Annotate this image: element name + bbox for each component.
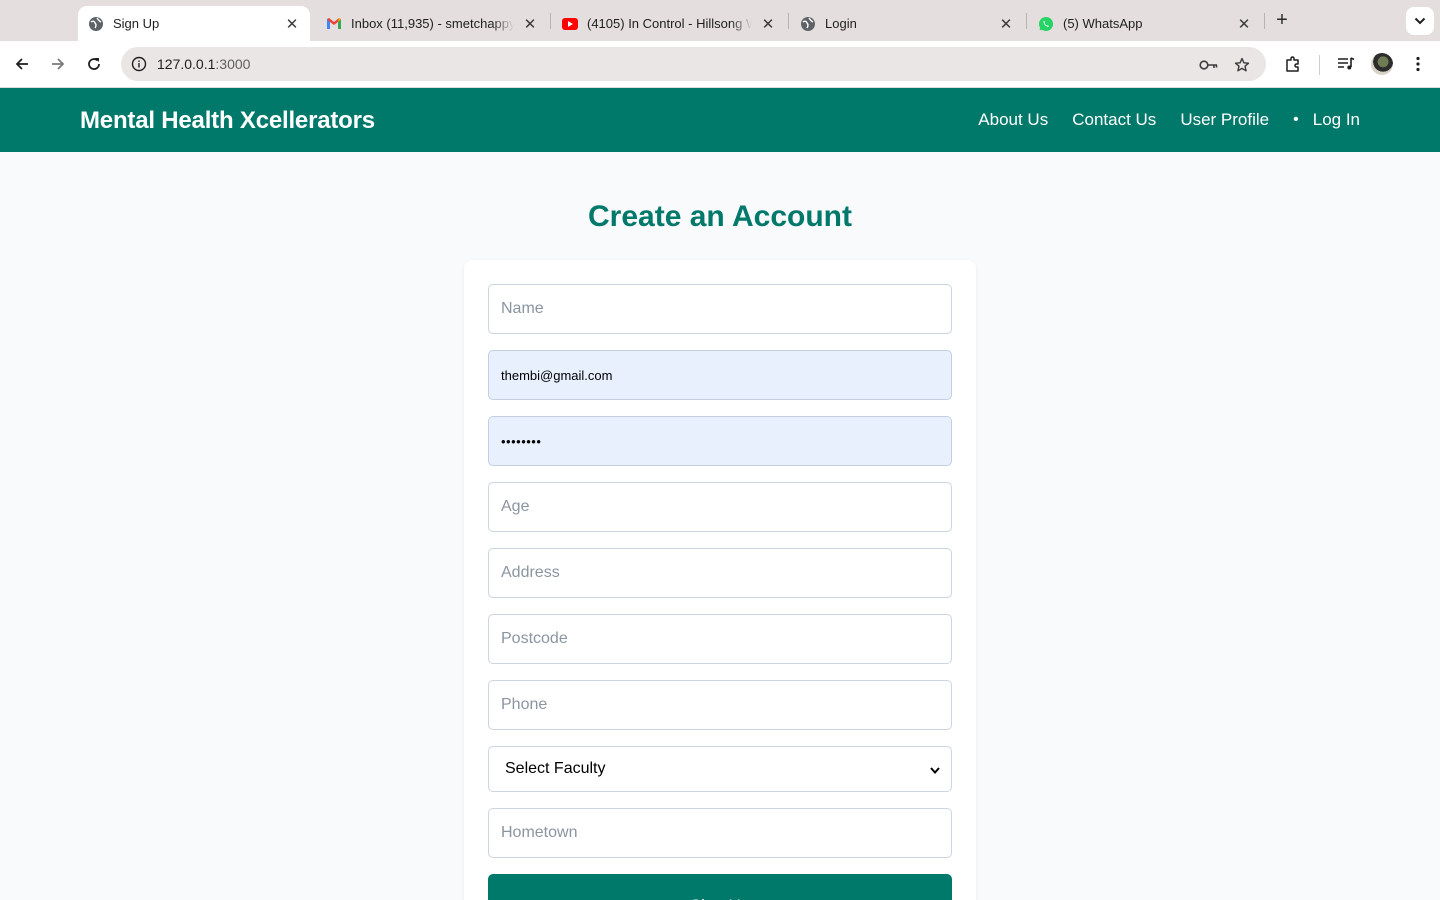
close-tab-icon[interactable]: ✕ [522, 16, 538, 33]
more-menu-icon[interactable] [1406, 52, 1430, 76]
nav-log-in[interactable]: Log In [1313, 110, 1360, 130]
close-tab-icon[interactable]: ✕ [284, 16, 300, 33]
tab-sign-up[interactable]: Sign Up ✕ [78, 6, 310, 41]
tab-separator [1264, 13, 1265, 29]
phone-input[interactable] [488, 680, 952, 730]
profile-avatar[interactable] [1371, 53, 1393, 75]
back-icon[interactable] [10, 52, 34, 76]
browser-tab-strip: Sign Up ✕ Inbox (11,935) - smetchappy@gm… [0, 0, 1440, 41]
nav-bullet: • [1293, 111, 1299, 128]
extensions-puzzle-icon[interactable] [1281, 52, 1305, 76]
gmail-icon [326, 16, 342, 32]
chevron-down-icon [1414, 17, 1426, 25]
tab-separator [1026, 13, 1027, 29]
nav-about-us[interactable]: About Us [978, 110, 1048, 130]
tab-title: Sign Up [113, 16, 276, 31]
site-header: Mental Health Xcellerators About Us Cont… [0, 88, 1440, 152]
close-tab-icon[interactable]: ✕ [1236, 16, 1252, 33]
tab-separator [550, 13, 551, 29]
tab-gmail[interactable]: Inbox (11,935) - smetchappy@gmail.com ✕ [316, 6, 548, 41]
name-input[interactable] [488, 284, 952, 334]
address-input[interactable] [488, 548, 952, 598]
toolbar-divider [1319, 55, 1320, 75]
browser-toolbar: 127.0.0.1:3000 [0, 41, 1440, 88]
tab-whatsapp[interactable]: (5) WhatsApp ✕ [1028, 6, 1262, 41]
address-bar[interactable]: 127.0.0.1:3000 [121, 47, 1266, 81]
close-tab-icon[interactable]: ✕ [760, 16, 776, 33]
tab-search-button[interactable] [1406, 7, 1434, 35]
chevron-down-icon [929, 762, 941, 778]
tab-separator [788, 13, 789, 29]
tab-title: Login [825, 16, 990, 31]
nav-user-profile[interactable]: User Profile [1180, 110, 1269, 130]
tab-youtube[interactable]: (4105) In Control - Hillsong Worship ✕ [552, 6, 786, 41]
whatsapp-icon [1038, 16, 1054, 32]
forward-icon[interactable] [46, 52, 70, 76]
media-control-icon[interactable] [1334, 52, 1358, 76]
bookmark-star-icon[interactable] [1232, 55, 1252, 75]
tab-login[interactable]: Login ✕ [790, 6, 1024, 41]
nav-contact-us[interactable]: Contact Us [1072, 110, 1156, 130]
faculty-select-value: Select Faculty [505, 760, 606, 777]
postcode-input[interactable] [488, 614, 952, 664]
globe-icon [800, 16, 816, 32]
site-info-icon[interactable] [129, 54, 149, 74]
faculty-select[interactable]: Select Faculty [488, 746, 952, 792]
globe-icon [88, 16, 104, 32]
new-tab-icon[interactable]: + [1270, 8, 1294, 32]
url-text: 127.0.0.1:3000 [157, 56, 250, 72]
tab-title: (4105) In Control - Hillsong Worship [587, 16, 752, 31]
email-input[interactable] [488, 350, 952, 400]
page-title: Create an Account [588, 200, 852, 233]
youtube-icon [562, 16, 578, 32]
age-input[interactable] [488, 482, 952, 532]
hometown-input[interactable] [488, 808, 952, 858]
main-nav: About Us Contact Us User Profile • Log I… [954, 110, 1360, 130]
url-host: 127.0.0.1 [157, 56, 216, 72]
site-brand[interactable]: Mental Health Xcellerators [80, 107, 375, 135]
reload-icon[interactable] [82, 52, 106, 76]
tab-title: Inbox (11,935) - smetchappy@gmail.com [351, 16, 514, 31]
password-input[interactable] [488, 416, 952, 466]
password-key-icon[interactable] [1199, 55, 1219, 75]
sign-up-button[interactable]: Sign Up [488, 874, 952, 900]
tab-title: (5) WhatsApp [1063, 16, 1228, 31]
url-port: :3000 [215, 56, 251, 72]
close-tab-icon[interactable]: ✕ [998, 16, 1014, 33]
